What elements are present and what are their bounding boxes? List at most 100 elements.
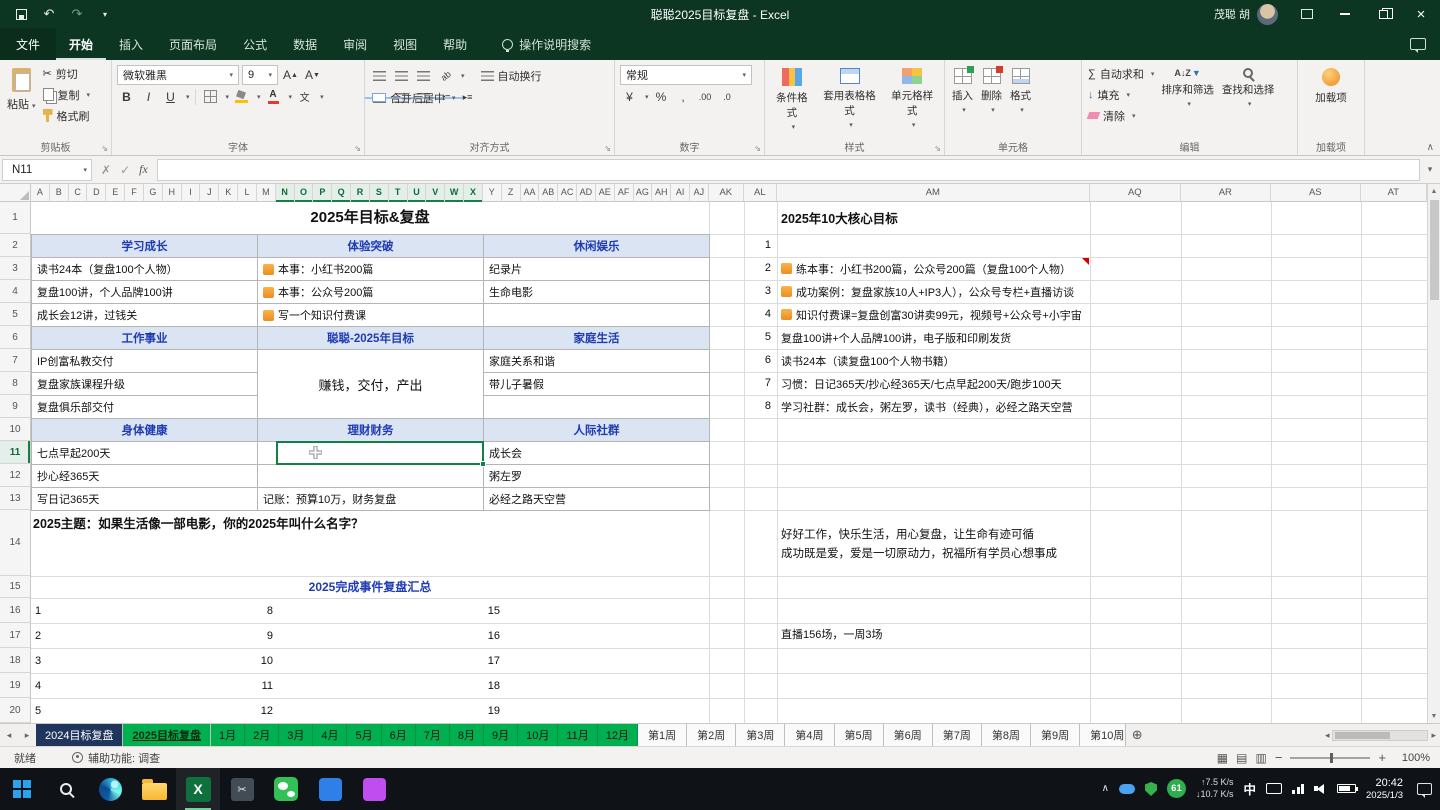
theme-question-cell[interactable]: 2025主题：如果生活像一部电影，你的2025年叫什么名字？ bbox=[33, 513, 364, 532]
format-cells-button[interactable]: 格式▾ bbox=[1006, 63, 1035, 139]
battery-icon[interactable] bbox=[1337, 784, 1356, 793]
sheet-main-title-cell[interactable]: 2025年目标&复盘 bbox=[31, 202, 709, 234]
select-all-corner[interactable] bbox=[0, 184, 31, 202]
sheet-tab-2025-active[interactable]: 2025目标复盘 bbox=[123, 724, 210, 746]
sheet-tab-month[interactable]: 10月 bbox=[518, 724, 558, 746]
table-cell[interactable]: 成长会12讲，过钱关 bbox=[32, 304, 258, 327]
sheet-nav-left-icon[interactable]: ◂ bbox=[0, 724, 18, 746]
summary-number-cell[interactable]: 2 bbox=[35, 623, 65, 648]
minimize-button[interactable] bbox=[1326, 0, 1364, 28]
column-header-selected[interactable]: W bbox=[445, 184, 464, 202]
sheet-tab-month[interactable]: 6月 bbox=[382, 724, 416, 746]
cut-button[interactable]: ✂剪切 bbox=[40, 63, 94, 84]
summary-number-cell[interactable]: 19 bbox=[483, 698, 500, 723]
borders-button[interactable] bbox=[201, 87, 220, 106]
undo-button[interactable]: ↶ bbox=[36, 2, 62, 26]
zoom-in-button[interactable]: + bbox=[1378, 750, 1386, 765]
sheet-tab-week[interactable]: 第9周 bbox=[1031, 724, 1080, 746]
sheet-tab-month[interactable]: 4月 bbox=[313, 724, 347, 746]
column-header[interactable]: AG bbox=[634, 184, 653, 202]
sheet-tab-month[interactable]: 3月 bbox=[279, 724, 313, 746]
taskbar-edge-button[interactable] bbox=[88, 768, 132, 810]
table-cell[interactable]: 本事：公众号200篇 bbox=[258, 281, 484, 304]
accounting-format-button[interactable]: ¥ bbox=[620, 87, 639, 106]
column-header[interactable]: AQ bbox=[1090, 184, 1181, 201]
collapse-ribbon-button[interactable]: ∧ bbox=[1427, 142, 1434, 153]
table-cell[interactable]: 生命电影 bbox=[484, 281, 710, 304]
column-header[interactable]: AR bbox=[1181, 184, 1271, 201]
delete-cells-button[interactable]: 删除▾ bbox=[977, 63, 1006, 139]
section-header-cell[interactable]: 身体健康 bbox=[32, 419, 258, 442]
customize-qat-button[interactable]: ▾ bbox=[92, 2, 118, 26]
ribbon-display-options-button[interactable] bbox=[1288, 0, 1326, 28]
font-color-button[interactable]: A bbox=[264, 87, 283, 106]
conditional-formatting-button[interactable]: 条件格式▾ bbox=[768, 63, 816, 139]
column-header[interactable]: Y bbox=[483, 184, 502, 202]
cell-styles-button[interactable]: 单元格样式▾ bbox=[883, 63, 941, 139]
sheet-tab-week[interactable]: 第7周 bbox=[933, 724, 982, 746]
copy-button[interactable]: 复制▾ bbox=[40, 84, 94, 105]
index-cell[interactable]: 5 bbox=[744, 326, 777, 349]
column-header-selected[interactable]: T bbox=[389, 184, 408, 202]
sheet-tab-week[interactable]: 第10周 bbox=[1080, 724, 1126, 746]
index-cell[interactable]: 1 bbox=[744, 234, 777, 257]
row-header[interactable]: 3 bbox=[0, 257, 30, 280]
summary-number-cell[interactable]: 1 bbox=[35, 598, 65, 623]
sheet-tab-month[interactable]: 12月 bbox=[598, 724, 638, 746]
core-goal-cell[interactable]: 知识付费课=复盘创富30讲卖99元，视频号+公众号+小宇宙 bbox=[781, 303, 1089, 326]
zoom-slider[interactable] bbox=[1290, 757, 1370, 759]
table-cell[interactable]: IP创富私教交付 bbox=[32, 350, 258, 373]
table-cell[interactable]: 本事：小红书200篇 bbox=[258, 258, 484, 281]
sheet-nav-right-icon[interactable]: ▸ bbox=[18, 724, 36, 746]
tab-page-layout[interactable]: 页面布局 bbox=[156, 28, 230, 60]
row-header[interactable]: 12 bbox=[0, 464, 30, 487]
tab-formulas[interactable]: 公式 bbox=[230, 28, 280, 60]
taskbar-snip-button[interactable]: ✂ bbox=[220, 768, 264, 810]
underline-button[interactable]: U bbox=[161, 87, 180, 106]
summary-number-cell[interactable]: 15 bbox=[483, 598, 500, 623]
column-header-selected[interactable]: Q bbox=[332, 184, 351, 202]
column-header-selected[interactable]: N bbox=[276, 184, 295, 202]
insert-function-icon[interactable]: fx bbox=[139, 162, 148, 177]
summary-title-cell[interactable]: 2025完成事件复盘汇总 bbox=[31, 576, 709, 598]
cloud-app-icon[interactable] bbox=[1119, 784, 1135, 794]
font-size-combo[interactable]: 9▾ bbox=[242, 65, 278, 85]
column-header[interactable]: Z bbox=[502, 184, 521, 202]
fill-button[interactable]: ↓填充▾ bbox=[1085, 84, 1157, 105]
hscroll-thumb[interactable] bbox=[1335, 732, 1390, 739]
column-header[interactable]: C bbox=[69, 184, 88, 202]
summary-number-cell[interactable]: 5 bbox=[35, 698, 65, 723]
tray-badge[interactable]: 61 bbox=[1167, 779, 1186, 798]
cells-area[interactable]: 2025年目标&复盘 学习成长 体验突破 休闲娱乐 读书24本（复盘100个人物… bbox=[31, 202, 1427, 723]
sheet-tab-2024[interactable]: 2024目标复盘 bbox=[36, 724, 123, 746]
styles-dialog-launcher-icon[interactable]: ⇘ bbox=[934, 144, 941, 153]
table-cell[interactable]: 带儿子暑假 bbox=[484, 373, 710, 396]
column-header[interactable]: AA bbox=[521, 184, 540, 202]
tab-view[interactable]: 视图 bbox=[380, 28, 430, 60]
normal-view-icon[interactable]: ▦ bbox=[1217, 751, 1228, 765]
start-button[interactable] bbox=[0, 768, 44, 810]
insert-cells-button[interactable]: 插入▾ bbox=[948, 63, 977, 139]
find-select-button[interactable]: 查找和选择▾ bbox=[1218, 63, 1279, 139]
column-header[interactable]: AJ bbox=[690, 184, 709, 202]
table-cell[interactable] bbox=[484, 396, 710, 419]
row-header[interactable]: 18 bbox=[0, 648, 30, 673]
close-button[interactable]: × bbox=[1402, 0, 1440, 28]
enter-icon[interactable]: ✓ bbox=[120, 163, 130, 177]
format-as-table-button[interactable]: 套用表格格式▾ bbox=[816, 63, 884, 139]
column-header[interactable]: J bbox=[200, 184, 219, 202]
core-goal-cell[interactable]: 成功案例：复盘家族10人+IP3人），公众号专栏+直播访谈 bbox=[781, 280, 1089, 303]
column-header[interactable]: B bbox=[50, 184, 69, 202]
tell-me-search[interactable]: 操作说明搜索 bbox=[502, 28, 591, 60]
core-goals-title-cell[interactable]: 2025年10大核心目标 bbox=[781, 204, 898, 234]
table-cell[interactable]: 七点早起200天 bbox=[32, 442, 258, 465]
taskbar-explorer-button[interactable] bbox=[132, 768, 176, 810]
table-cell[interactable]: 复盘100讲，个人品牌100讲 bbox=[32, 281, 258, 304]
clipboard-dialog-launcher-icon[interactable]: ⇘ bbox=[101, 144, 108, 153]
table-cell[interactable]: 必经之路天空营 bbox=[484, 488, 710, 511]
fill-handle[interactable] bbox=[480, 461, 486, 467]
column-header[interactable]: K bbox=[219, 184, 238, 202]
sheet-tab-week[interactable]: 第5周 bbox=[835, 724, 884, 746]
font-name-combo[interactable]: 微软雅黑▾ bbox=[117, 65, 239, 85]
taskbar-app-blue-button[interactable] bbox=[308, 768, 352, 810]
